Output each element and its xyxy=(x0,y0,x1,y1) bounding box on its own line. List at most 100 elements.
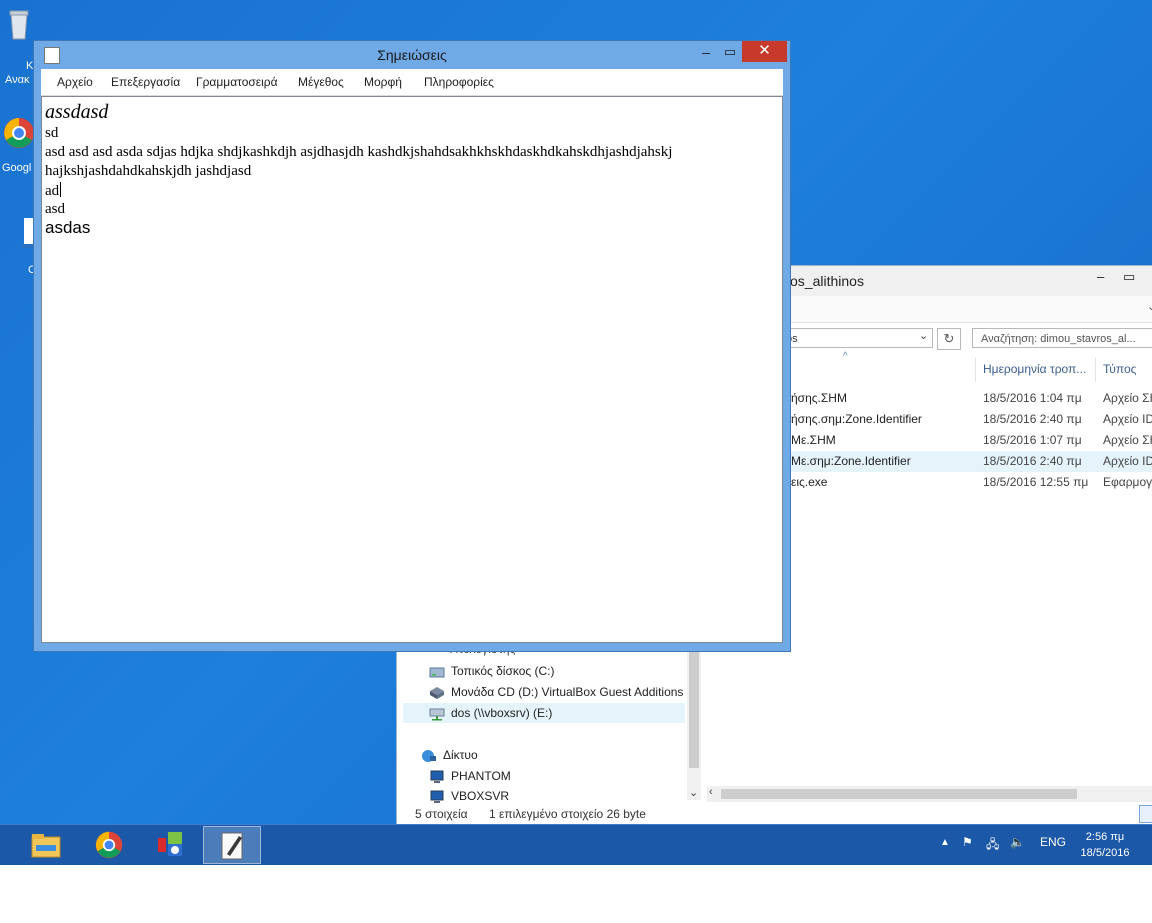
nav-phantom-label: PHANTOM xyxy=(451,769,511,783)
menu-info[interactable]: Πληροφορίες xyxy=(424,75,494,89)
item-count: 5 στοιχεία xyxy=(415,807,468,821)
text-line: asdas xyxy=(45,218,91,237)
text-line: hajkshjashdahdkahskjdh jashdjasd xyxy=(45,163,252,179)
file-name: ήσης.σημ:Zone.Identifier xyxy=(791,412,922,426)
column-header-date[interactable]: Ημερομηνία τροπ... xyxy=(983,362,1086,376)
file-type: Αρχείο ID xyxy=(1103,412,1152,426)
virtualbox-cd-icon xyxy=(429,686,445,700)
notepad-icon xyxy=(221,832,243,860)
text-line: assdasd xyxy=(45,101,109,123)
folder-icon xyxy=(31,834,61,858)
action-center-flag-icon[interactable]: ⚑ xyxy=(962,835,973,849)
show-hidden-icons-icon[interactable]: ▲ xyxy=(940,837,950,848)
scroll-down-icon[interactable]: ⌄ xyxy=(689,786,698,799)
text-line: asd asd asd asda sdjas hdjka shdjkashkdj… xyxy=(45,144,673,160)
file-row[interactable]: ήσης.σημ:Zone.Identifier 18/5/2016 2:40 … xyxy=(777,409,1152,430)
desktop: Κ Ανακ Googl C os_alithinos – ▭ ⌄ os ⌄ ↻… xyxy=(0,0,1152,865)
chevron-down-icon[interactable]: ⌄ xyxy=(1147,300,1152,313)
volume-icon[interactable]: 🔈 xyxy=(1010,835,1025,849)
hard-disk-icon xyxy=(429,665,445,679)
menu-size[interactable]: Μέγεθος xyxy=(298,75,344,89)
file-date: 18/5/2016 2:40 πμ xyxy=(983,454,1082,468)
file-row[interactable]: ήσης.ΣΗΜ 18/5/2016 1:04 πμ Αρχείο ΣΗ xyxy=(777,388,1152,409)
file-name: ήσης.ΣΗΜ xyxy=(791,391,847,405)
recycle-bin-shortcut[interactable] xyxy=(0,8,38,42)
scroll-left-icon[interactable]: ‹ xyxy=(709,786,713,798)
network-status-icon[interactable]: 🖧 xyxy=(986,835,999,856)
minimize-icon[interactable]: – xyxy=(1097,269,1104,284)
sort-ascending-icon: ^ xyxy=(843,351,848,362)
file-name: Με.σημ:Zone.Identifier xyxy=(791,454,911,468)
nav-cd-drive[interactable]: Μονάδα CD (D:) VirtualBox Guest Addition… xyxy=(429,682,683,702)
explorer-title: os_alithinos xyxy=(790,273,864,289)
nav-network-drive-label: dos (\\vboxsrv) (E:) xyxy=(451,706,553,720)
chrome-icon xyxy=(95,831,123,859)
file-row[interactable]: Με.ΣΗΜ 18/5/2016 1:07 πμ Αρχείο ΣΗ xyxy=(777,430,1152,451)
file-type: Αρχείο ΣΗ xyxy=(1103,391,1152,405)
nav-cd-drive-label: Μονάδα CD (D:) VirtualBox Guest Addition… xyxy=(451,685,684,699)
file-date: 18/5/2016 12:55 πμ xyxy=(983,475,1089,489)
nav-local-disk[interactable]: Τοπικός δίσκος (C:) xyxy=(429,661,555,681)
recycle-bin-label-partial-2: Ανακ xyxy=(5,74,30,86)
column-header-type[interactable]: Τύπος xyxy=(1103,362,1136,376)
selection-info: 1 επιλεγμένο στοιχείο 26 byte xyxy=(489,807,646,821)
taskbar-chrome[interactable] xyxy=(80,826,138,864)
menu-edit[interactable]: Επεξεργασία xyxy=(111,75,180,89)
taskbar-file-explorer[interactable] xyxy=(17,826,75,864)
details-view-icon[interactable] xyxy=(1139,805,1152,823)
computer-icon xyxy=(429,770,445,784)
control-panel-icon xyxy=(158,832,182,856)
text-editor-area[interactable]: assdasd sd asd asd asd asda sdjas hdjka … xyxy=(41,96,783,643)
clock[interactable]: 2:56 πμ 18/5/2016 xyxy=(1070,829,1140,861)
file-row-selected[interactable]: Με.σημ:Zone.Identifier 18/5/2016 2:40 πμ… xyxy=(777,451,1152,472)
nav-network-label: Δίκτυο xyxy=(443,748,478,762)
file-row[interactable]: εις.exe 18/5/2016 12:55 πμ Εφαρμογ xyxy=(777,472,1152,493)
input-language[interactable]: ENG xyxy=(1040,835,1066,849)
maximize-icon[interactable]: ▭ xyxy=(1123,269,1135,285)
text-line-with-caret: ad xyxy=(45,182,62,200)
text-line: ad xyxy=(45,183,60,199)
clock-time: 2:56 πμ xyxy=(1085,831,1125,843)
notepad-window[interactable]: Σημειώσεις – ▭ ✕ Αρχείο Επεξεργασία Γραμ… xyxy=(33,40,791,652)
nav-network[interactable]: Δίκτυο xyxy=(421,745,478,765)
text-line: sd xyxy=(45,125,59,141)
file-date: 18/5/2016 1:04 πμ xyxy=(983,391,1082,405)
column-separator[interactable] xyxy=(975,358,976,382)
clock-date: 18/5/2016 xyxy=(1080,847,1130,859)
menu-font[interactable]: Γραμματοσειρά xyxy=(196,75,278,89)
search-input[interactable]: Αναζήτηση: dimou_stavros_al... xyxy=(972,328,1152,348)
close-button[interactable]: ✕ xyxy=(742,41,787,62)
file-date: 18/5/2016 2:40 πμ xyxy=(983,412,1082,426)
nav-phantom[interactable]: PHANTOM xyxy=(429,766,511,786)
address-bar[interactable]: os xyxy=(777,328,933,348)
content-horizontal-scrollbar[interactable]: ‹ xyxy=(707,786,1152,802)
refresh-icon[interactable]: ↻ xyxy=(937,328,961,350)
scrollbar-thumb[interactable] xyxy=(721,789,1077,799)
computer-icon xyxy=(429,790,445,804)
text-caret xyxy=(60,182,62,197)
notepad-titlebar[interactable]: Σημειώσεις – ▭ ✕ xyxy=(34,41,790,69)
scrollbar-thumb[interactable] xyxy=(689,650,699,768)
file-type: Αρχείο ΣΗ xyxy=(1103,433,1152,447)
nav-network-drive[interactable]: dos (\\vboxsrv) (E:) xyxy=(403,703,685,723)
menu-bar: Αρχείο Επεξεργασία Γραμματοσειρά Μέγεθος… xyxy=(41,69,783,96)
taskbar-control-panel[interactable] xyxy=(141,826,199,864)
network-drive-icon xyxy=(429,707,445,721)
minimize-button[interactable]: – xyxy=(694,44,718,62)
maximize-button[interactable]: ▭ xyxy=(718,44,742,62)
address-dropdown-icon[interactable]: ⌄ xyxy=(919,329,928,342)
text-line: asd xyxy=(45,201,65,217)
file-name: Με.ΣΗΜ xyxy=(791,433,836,447)
column-separator[interactable] xyxy=(1095,358,1096,382)
nav-local-disk-label: Τοπικός δίσκος (C:) xyxy=(451,664,555,678)
menu-format[interactable]: Μορφή xyxy=(364,75,402,89)
network-globe-icon xyxy=(421,749,437,763)
file-date: 18/5/2016 1:07 πμ xyxy=(983,433,1082,447)
chrome-label-partial: Googl xyxy=(2,162,32,174)
nav-vboxsvr-label: VBOXSVR xyxy=(451,789,510,803)
file-name: εις.exe xyxy=(791,475,828,489)
nav-vertical-scrollbar[interactable] xyxy=(687,650,701,800)
menu-file[interactable]: Αρχείο xyxy=(57,75,93,89)
chrome-icon xyxy=(2,116,36,150)
taskbar-notepad[interactable] xyxy=(203,826,261,864)
